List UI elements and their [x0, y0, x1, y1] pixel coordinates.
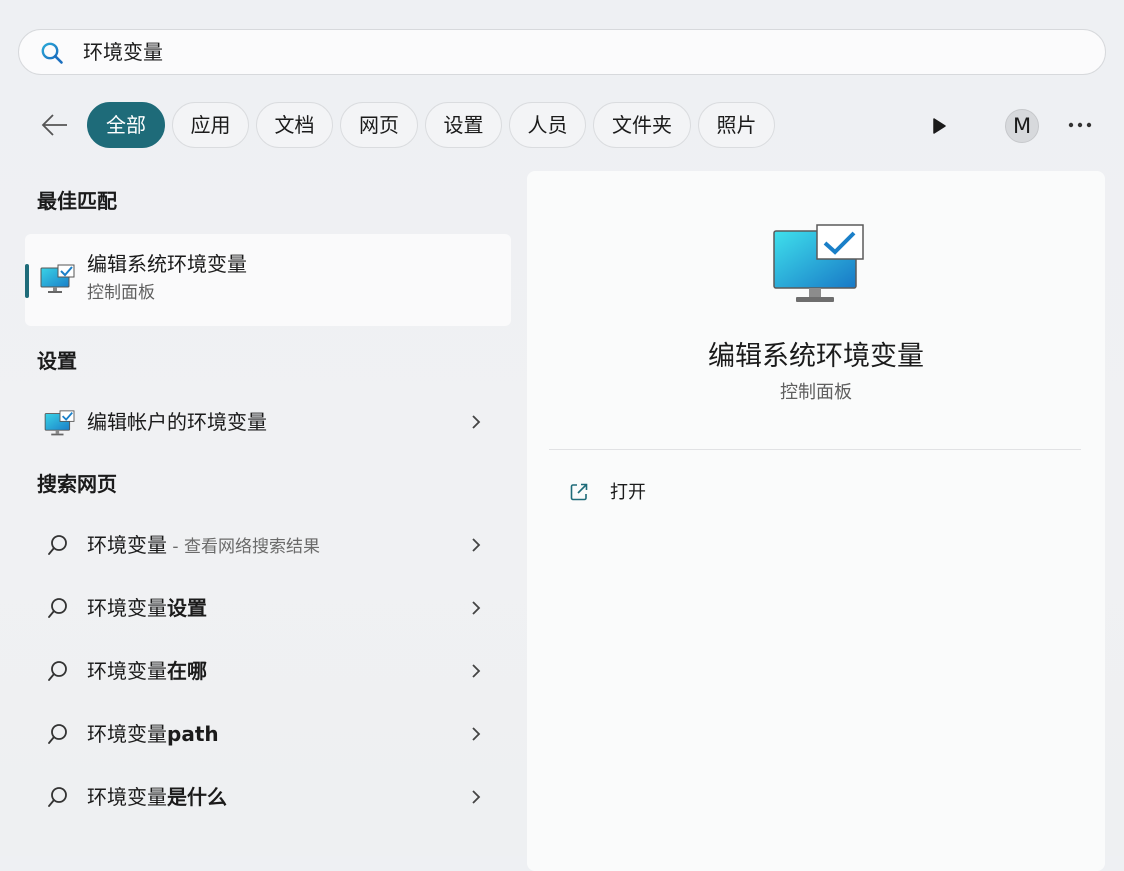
preview-panel: 编辑系统环境变量 控制面板 打开: [527, 171, 1105, 871]
open-action-label: 打开: [610, 482, 646, 503]
system-environment-monitor-icon: [773, 224, 864, 302]
settings-item-label: 编辑帐户的环境变量: [87, 410, 267, 434]
search-icon: [41, 42, 63, 64]
web-result-row[interactable]: 环境变量在哪: [25, 646, 511, 696]
filter-chip-people[interactable]: 人员: [509, 102, 586, 148]
selection-indicator: [25, 264, 29, 298]
web-result-row[interactable]: 环境变量设置: [25, 583, 511, 633]
settings-item[interactable]: 编辑帐户的环境变量: [25, 397, 511, 447]
web-result-row[interactable]: 环境变量 - 查看网络搜索结果: [25, 520, 511, 570]
filter-chip-documents[interactable]: 文档: [256, 102, 333, 148]
divider: [549, 449, 1081, 450]
chevron-right-icon: [472, 538, 481, 552]
web-result-row[interactable]: 环境变量是什么: [25, 772, 511, 822]
web-result-label: 环境变量设置: [87, 596, 207, 620]
open-external-icon: [570, 483, 588, 501]
chevron-right-icon: [472, 415, 481, 429]
section-title-settings: 设置: [37, 349, 77, 373]
filter-chip-photos[interactable]: 照片: [698, 102, 775, 148]
system-environment-monitor-icon: [40, 264, 75, 293]
preview-subtitle: 控制面板: [780, 382, 852, 403]
filter-chip-web[interactable]: 网页: [340, 102, 418, 148]
web-result-label: 环境变量path: [87, 722, 219, 746]
account-avatar[interactable]: M: [1005, 109, 1039, 143]
play-icon[interactable]: [930, 116, 948, 136]
preview-title: 编辑系统环境变量: [708, 341, 924, 372]
account-environment-monitor-icon: [44, 410, 75, 436]
best-match-card[interactable]: 编辑系统环境变量 控制面板: [25, 234, 511, 326]
web-result-label: 环境变量在哪: [87, 659, 207, 683]
web-search-icon: [48, 724, 67, 744]
open-action[interactable]: 打开: [549, 471, 1081, 515]
more-options-icon[interactable]: [1068, 122, 1092, 128]
back-arrow-icon[interactable]: [40, 111, 70, 139]
search-input[interactable]: 环境变量: [83, 40, 163, 64]
chevron-right-icon: [472, 727, 481, 741]
chevron-right-icon: [472, 790, 481, 804]
chevron-right-icon: [472, 664, 481, 678]
filter-chip-settings[interactable]: 设置: [425, 102, 502, 148]
best-match-title: 编辑系统环境变量: [87, 252, 247, 276]
best-match-subtitle: 控制面板: [87, 283, 155, 303]
web-search-icon: [48, 661, 67, 681]
web-result-label: 环境变量 - 查看网络搜索结果: [87, 533, 320, 557]
section-title-best-match: 最佳匹配: [37, 189, 117, 213]
web-search-icon: [48, 787, 67, 807]
web-result-row[interactable]: 环境变量path: [25, 709, 511, 759]
web-search-icon: [48, 598, 67, 618]
section-title-web: 搜索网页: [37, 472, 117, 496]
filter-chip-apps[interactable]: 应用: [172, 102, 249, 148]
web-result-label: 环境变量是什么: [87, 785, 227, 809]
filter-chip-all[interactable]: 全部: [87, 102, 165, 148]
web-search-icon: [48, 535, 67, 555]
filter-chip-folders[interactable]: 文件夹: [593, 102, 691, 148]
search-box[interactable]: 环境变量: [18, 29, 1106, 75]
chevron-right-icon: [472, 601, 481, 615]
